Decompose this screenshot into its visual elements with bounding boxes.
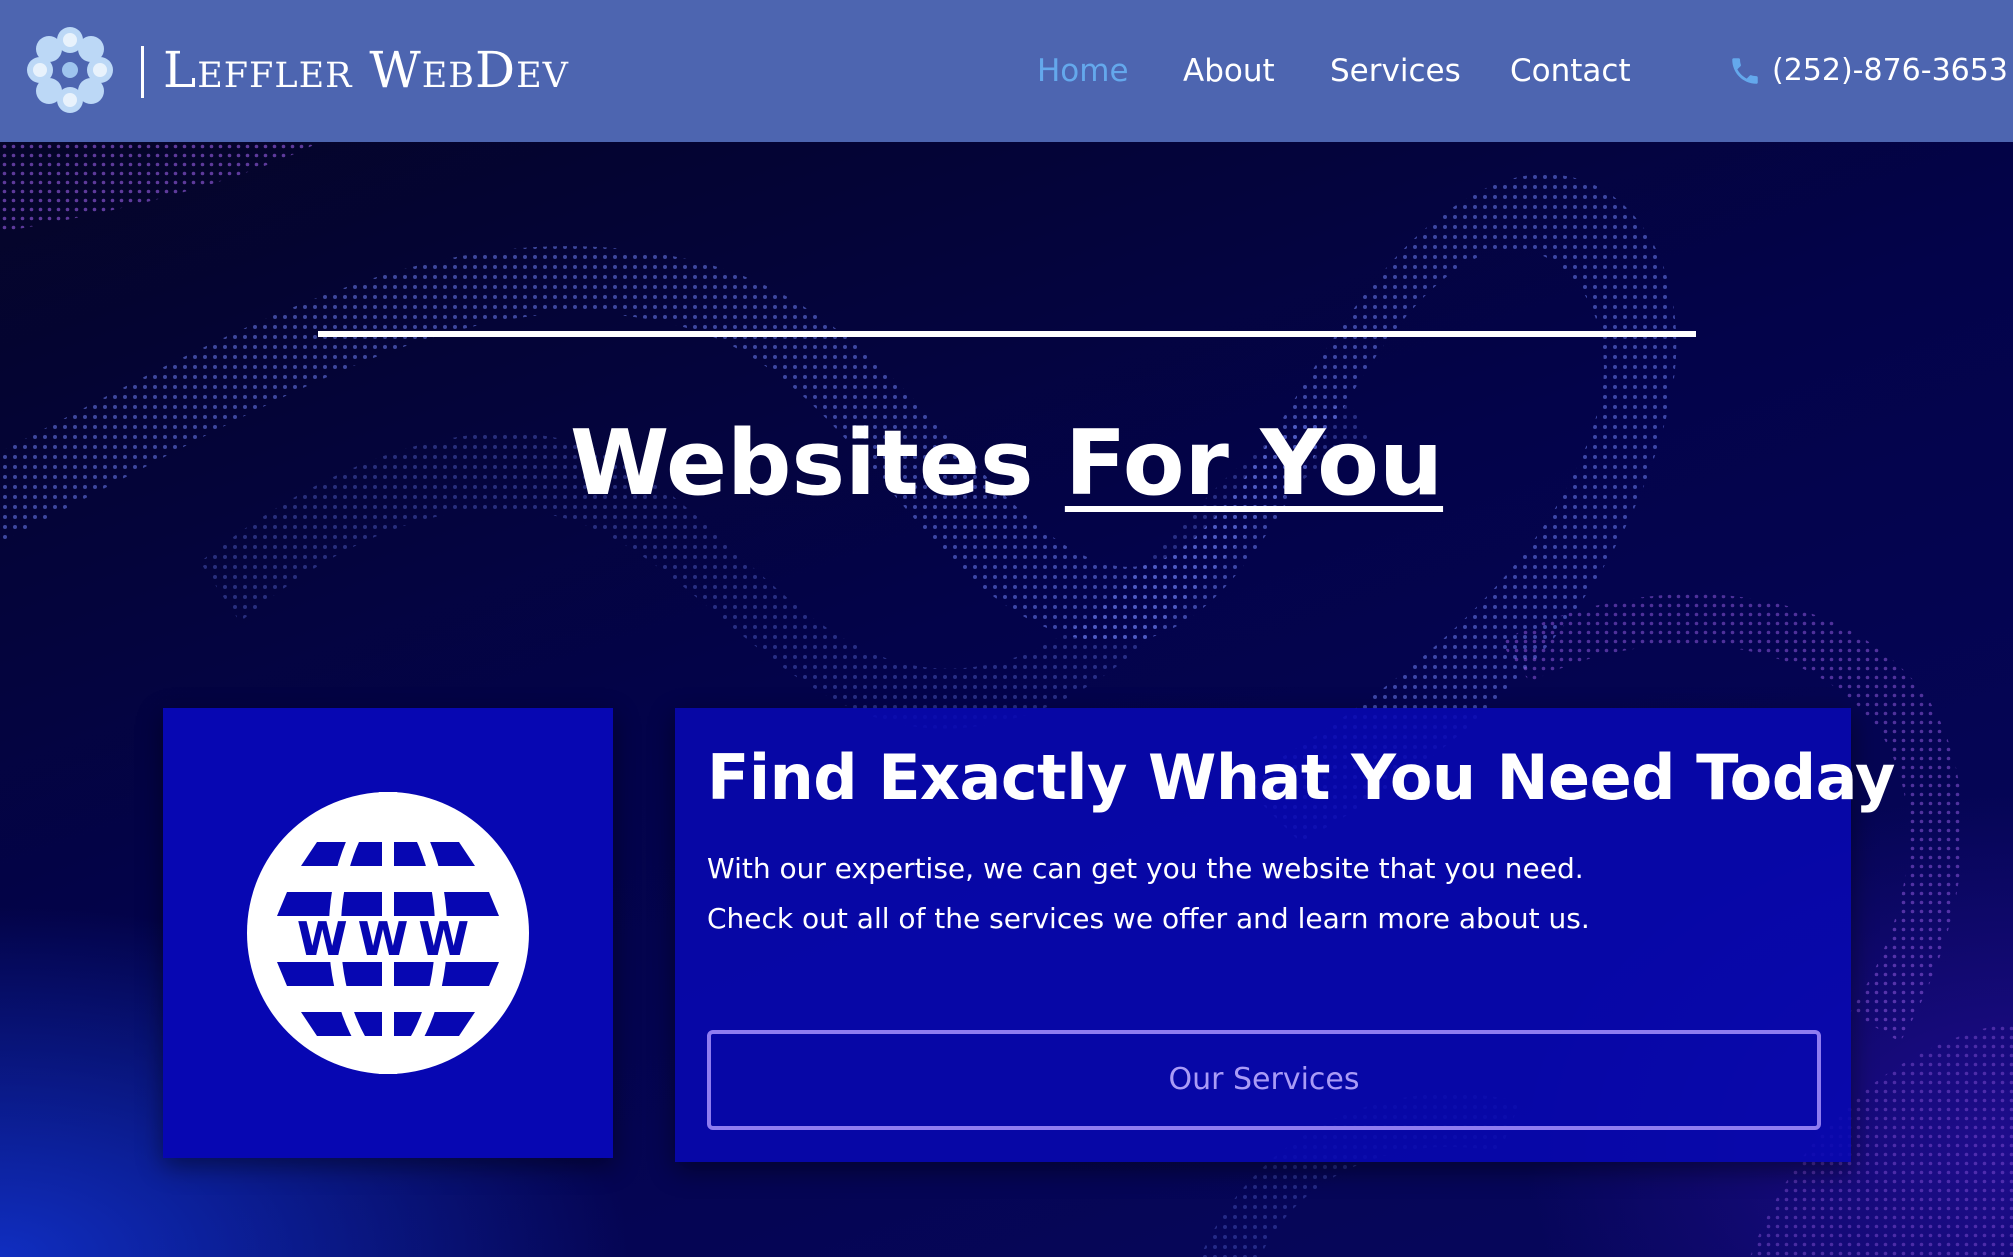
- nav-home[interactable]: Home: [1037, 48, 1129, 94]
- brand-divider: [141, 46, 144, 98]
- feature-body: With our expertise, we can get you the w…: [707, 852, 1590, 935]
- hero-section: Websites For You WWW Find Exactly What Y…: [0, 142, 2013, 1257]
- feature-title: Find Exactly What You Need Today: [707, 741, 1895, 814]
- www-globe-icon: WWW: [247, 792, 529, 1074]
- page: Leffler WebDev Home About Services Conta…: [0, 0, 2013, 1257]
- nav-services[interactable]: Services: [1330, 48, 1461, 94]
- phone-icon: [1732, 58, 1758, 84]
- headline-emphasis: For You: [1064, 411, 1444, 516]
- nav-about[interactable]: About: [1183, 48, 1275, 94]
- flower-logo-icon[interactable]: [24, 24, 116, 116]
- phone-number: (252)-876-3653: [1772, 53, 2008, 88]
- globe-card: WWW: [163, 708, 613, 1158]
- headline-plain: Websites: [569, 411, 1065, 516]
- brand-name[interactable]: Leffler WebDev: [163, 38, 569, 102]
- site-header: Leffler WebDev Home About Services Conta…: [0, 0, 2013, 142]
- hero-divider-line: [318, 331, 1696, 337]
- svg-text:WWW: WWW: [297, 912, 479, 966]
- hero-headline: Websites For You: [0, 404, 2013, 524]
- feature-card: Find Exactly What You Need Today With ou…: [675, 708, 1895, 1162]
- our-services-button[interactable]: Our Services: [707, 1030, 1821, 1130]
- nav-contact[interactable]: Contact: [1510, 48, 1631, 94]
